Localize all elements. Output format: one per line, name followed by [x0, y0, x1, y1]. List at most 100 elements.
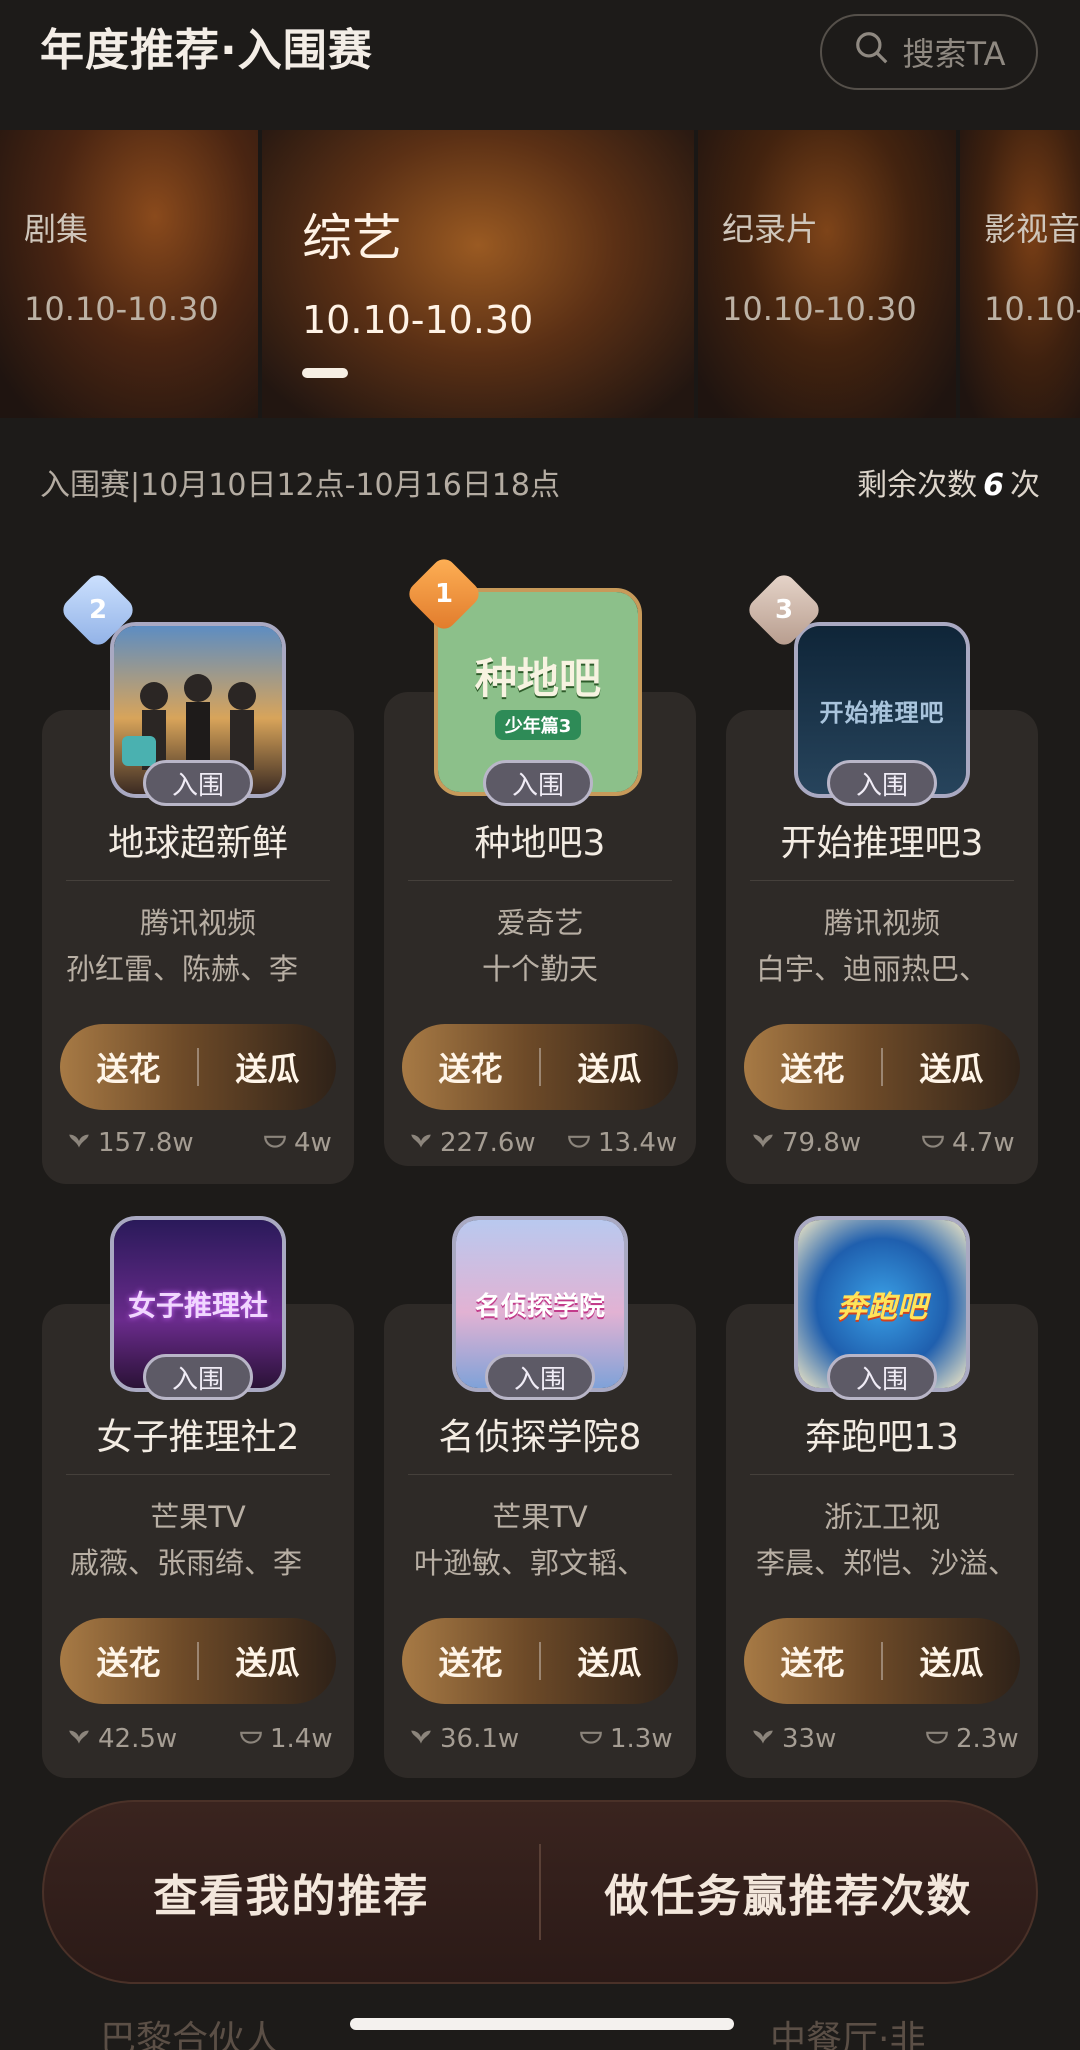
show-title: 名侦探学院8: [438, 1417, 642, 1458]
flower-stat: 36.1w: [408, 1722, 519, 1755]
send-flower-button[interactable]: 送花: [402, 1024, 539, 1110]
flower-icon: [750, 1126, 776, 1159]
melon-icon: [566, 1126, 592, 1159]
show-platform: 浙江卫视: [823, 1500, 940, 1534]
flower-stat: 42.5w: [66, 1722, 177, 1755]
flower-count: 33w: [782, 1723, 837, 1754]
poster-title: 奔跑吧: [837, 1290, 927, 1325]
melon-count: 1.4w: [270, 1723, 333, 1754]
earn-votes-button[interactable]: 做任务赢推荐次数: [541, 1860, 1036, 1924]
flower-count: 227.6w: [440, 1127, 536, 1158]
melon-icon: [920, 1126, 946, 1159]
send-flower-button[interactable]: 送花: [60, 1618, 197, 1704]
tab-variety[interactable]: 综艺 10.10-10.30: [262, 130, 694, 418]
vote-pill: 送花 送瓜: [402, 1024, 678, 1110]
search-icon: [853, 29, 891, 75]
show-title: 种地吧3: [474, 823, 606, 864]
peek-title: 中餐厅·非: [770, 2019, 926, 2050]
tab-label: 剧集: [24, 210, 89, 248]
remaining-count: 6: [983, 468, 1004, 503]
show-platform: 腾讯视频: [823, 906, 940, 940]
remaining-label: 剩余次数: [857, 468, 978, 503]
send-melon-button[interactable]: 送瓜: [199, 1024, 336, 1110]
my-recommendations-button[interactable]: 查看我的推荐: [44, 1860, 539, 1924]
show-cast: 叶逊敏、郭文韬、: [414, 1546, 647, 1580]
tab-music[interactable]: 影视音 10.10-: [960, 130, 1080, 418]
tab-label: 纪录片: [722, 210, 819, 248]
melon-count: 4.7w: [952, 1127, 1015, 1158]
page-title: 年度推荐·入围赛: [40, 25, 373, 76]
melon-count: 4w: [294, 1127, 332, 1158]
flower-icon: [408, 1722, 434, 1755]
shortlisted-badge: 入围: [143, 760, 253, 806]
search-button[interactable]: 搜索TA: [820, 14, 1038, 90]
melon-count: 2.3w: [956, 1723, 1019, 1754]
send-flower-button[interactable]: 送花: [60, 1024, 197, 1110]
tab-date: 10.10-: [984, 290, 1080, 328]
flower-icon: [66, 1126, 92, 1159]
card-divider: [408, 880, 672, 881]
flower-icon: [750, 1722, 776, 1755]
remaining-unit: 次: [1010, 468, 1040, 503]
send-melon-button[interactable]: 送瓜: [883, 1024, 1020, 1110]
melon-icon: [924, 1722, 950, 1755]
send-flower-button[interactable]: 送花: [744, 1618, 881, 1704]
flower-count: 157.8w: [98, 1127, 194, 1158]
show-title: 开始推理吧3: [780, 823, 984, 864]
show-title: 女子推理社2: [96, 1417, 300, 1458]
category-tabs: 剧集 10.10-10.30 综艺 10.10-10.30 纪录片 10.10-…: [0, 130, 1080, 418]
send-melon-button[interactable]: 送瓜: [883, 1618, 1020, 1704]
flower-icon: [408, 1126, 434, 1159]
send-melon-button[interactable]: 送瓜: [541, 1024, 678, 1110]
flower-count: 36.1w: [440, 1723, 520, 1754]
tab-drama[interactable]: 剧集 10.10-10.30: [0, 130, 258, 418]
flower-count: 79.8w: [782, 1127, 862, 1158]
search-label: 搜索TA: [902, 35, 1006, 73]
tab-documentary[interactable]: 纪录片 10.10-10.30: [698, 130, 956, 418]
poster-title: 种地吧: [474, 653, 601, 703]
tab-date: 10.10-10.30: [24, 290, 219, 328]
send-melon-button[interactable]: 送瓜: [541, 1618, 678, 1704]
vote-pill: 送花 送瓜: [744, 1618, 1020, 1704]
flower-stat: 227.6w: [408, 1126, 536, 1159]
rank-number: 3: [774, 595, 794, 625]
show-platform: 芒果TV: [492, 1500, 588, 1534]
bottom-action-bar: 查看我的推荐 做任务赢推荐次数: [42, 1800, 1038, 1984]
home-indicator[interactable]: [350, 2018, 734, 2030]
remaining-votes: 剩余次数 6 次: [857, 460, 1040, 504]
card-divider: [66, 1474, 330, 1475]
melon-stat: 4w: [262, 1126, 332, 1159]
header: 年度推荐·入围赛 搜索TA: [0, 0, 1080, 130]
show-cast: 李晨、郑恺、沙溢、: [756, 1546, 1018, 1580]
show-title: 奔跑吧13: [805, 1417, 959, 1458]
flower-count: 42.5w: [98, 1723, 178, 1754]
melon-stat: 4.7w: [920, 1126, 1015, 1159]
tab-label: 影视音: [984, 210, 1080, 248]
card-divider: [750, 880, 1014, 881]
flower-stat: 79.8w: [750, 1126, 861, 1159]
show-cast: 白宇、迪丽热巴、: [756, 952, 989, 986]
tab-date: 10.10-10.30: [302, 298, 534, 342]
melon-icon: [238, 1722, 264, 1755]
melon-count: 13.4w: [598, 1127, 678, 1158]
rank-number: 2: [88, 595, 108, 625]
peek-title: 巴黎合伙人: [100, 2019, 281, 2050]
flower-icon: [66, 1722, 92, 1755]
shortlisted-badge: 入围: [827, 760, 937, 806]
vote-pill: 送花 送瓜: [744, 1024, 1020, 1110]
melon-stat: 1.4w: [238, 1722, 333, 1755]
send-melon-button[interactable]: 送瓜: [199, 1618, 336, 1704]
flower-stat: 33w: [750, 1722, 836, 1755]
melon-icon: [578, 1722, 604, 1755]
flower-stat: 157.8w: [66, 1126, 194, 1159]
send-flower-button[interactable]: 送花: [744, 1024, 881, 1110]
round-period: 入围赛|10月10日12点-10月16日18点: [40, 468, 560, 503]
poster-title: 女子推理社: [127, 1289, 268, 1322]
send-flower-button[interactable]: 送花: [402, 1618, 539, 1704]
shortlisted-badge: 入围: [143, 1354, 253, 1400]
vote-pill: 送花 送瓜: [402, 1618, 678, 1704]
poster-title: 名侦探学院: [474, 1291, 605, 1322]
tab-date: 10.10-10.30: [722, 290, 917, 328]
card-divider: [750, 1474, 1014, 1475]
round-info: 入围赛|10月10日12点-10月16日18点 剩余次数 6 次: [40, 460, 1040, 506]
